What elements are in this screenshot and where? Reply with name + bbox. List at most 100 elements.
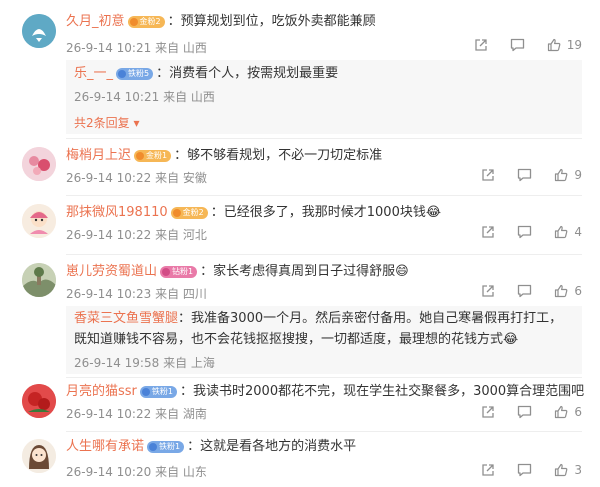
reply-box: 乐_一_ 铁粉5 ： 消费看个人，按需规划最重要 26-9-14 10:21 来… [66, 60, 582, 134]
comment-icon [518, 463, 532, 477]
fan-badge[interactable]: 钻粉1 [160, 266, 198, 278]
username[interactable]: 人生哪有承诺 [66, 438, 144, 456]
laugh-cry-emoji: 😂 [425, 205, 442, 220]
reply-meta: 26-9-14 19:58 来自 上海 [74, 354, 215, 371]
username[interactable]: 崽儿劳资蜀道山 [66, 263, 157, 281]
like-count: 3 [574, 463, 582, 477]
share-icon [482, 406, 495, 418]
avatar[interactable] [22, 263, 56, 297]
comment-icon [518, 225, 532, 239]
comment-text: 预算规划到位，吃饭外卖都能兼顾 [180, 14, 376, 29]
fan-badge[interactable]: 金粉2 [170, 207, 208, 219]
colon: ： [180, 384, 194, 399]
comment-icon [510, 38, 524, 52]
fan-badge[interactable]: 铁粉1 [139, 386, 177, 398]
like-button[interactable]: 19 [547, 38, 582, 52]
crown-icon [129, 18, 138, 26]
timestamp: 26-9-14 10:21 [66, 41, 152, 55]
fan-badge[interactable]: 金粉1 [134, 150, 172, 162]
username[interactable]: 梅梢月上迟 [66, 147, 131, 165]
share-icon [482, 169, 495, 181]
colon: ： [174, 148, 188, 163]
timestamp: 26-9-14 10:22 [66, 171, 152, 185]
like-button[interactable]: 9 [554, 168, 582, 182]
comment-button[interactable] [517, 405, 532, 419]
comment-item: 梅梢月上迟 金粉1 ： 够不够看规划，不必一刀切定标准 26-9-14 10:2… [0, 139, 600, 201]
share-icon [482, 464, 495, 476]
like-button[interactable]: 6 [554, 284, 582, 298]
reply-text-block: 香菜三文鱼雪蟹腿：我准备3000一个月。然后亲密付备用。她自己寒暑假再打打工，既… [74, 308, 574, 350]
timestamp: 26-9-14 10:22 [66, 228, 152, 242]
avatar[interactable] [22, 439, 56, 473]
comment-meta: 26-9-14 10:21 来自 山西 [66, 39, 207, 56]
comment-button[interactable] [510, 38, 525, 52]
comment-actions: 6 [459, 405, 582, 419]
share-button[interactable] [481, 405, 495, 419]
comment-item: 人生哪有承诺 铁粉1 ： 这就是看各地方的消费水平 26-9-14 10:20 … [0, 432, 600, 487]
like-button[interactable]: 4 [554, 225, 582, 239]
comment-actions: 3 [459, 463, 582, 477]
share-button[interactable] [481, 284, 495, 298]
reply-username[interactable]: 乐_一_ [74, 65, 113, 83]
comment-meta: 26-9-14 10:22 来自 湖南 [66, 405, 207, 422]
location: 来自 山东 [155, 465, 207, 479]
colon: ： [167, 14, 181, 29]
location: 来自 山西 [163, 90, 215, 104]
like-icon [547, 38, 561, 52]
comment-button[interactable] [517, 168, 532, 182]
comment-text: 我读书时2000都花不完，现在学生社交聚餐多，3000算合理范围吧 [193, 384, 585, 399]
comment-text: 够不够看规划，不必一刀切定标准 [187, 148, 383, 163]
timestamp: 26-9-14 19:58 [74, 356, 160, 370]
share-icon [482, 285, 495, 297]
share-button[interactable] [481, 225, 495, 239]
avatar[interactable] [22, 147, 56, 181]
colon: ： [187, 439, 201, 454]
like-count: 19 [566, 38, 582, 52]
fan-badge[interactable]: 铁粉1 [147, 441, 185, 453]
comment-icon [518, 284, 532, 298]
crown-icon [136, 152, 145, 160]
comment-meta: 26-9-14 10:20 来自 山东 [66, 463, 207, 480]
share-button[interactable] [481, 168, 495, 182]
comment-text: 这就是看各地方的消费水平 [200, 439, 357, 454]
like-icon [555, 225, 568, 239]
colon: ： [156, 66, 170, 81]
share-button[interactable] [474, 38, 488, 52]
location: 来自 河北 [155, 228, 207, 242]
fan-badge[interactable]: 铁粉5 [116, 68, 154, 80]
crown-icon [149, 443, 158, 451]
location: 来自 上海 [163, 356, 215, 370]
reply-username[interactable]: 香菜三文鱼雪蟹腿 [74, 311, 178, 326]
share-button[interactable] [481, 463, 495, 477]
username[interactable]: 久月_初意 [66, 13, 125, 31]
comment-button[interactable] [517, 463, 532, 477]
colon: ： [200, 264, 214, 279]
location: 来自 山西 [155, 41, 207, 55]
comment-button[interactable] [517, 225, 532, 239]
like-count: 6 [574, 405, 582, 419]
avatar[interactable] [22, 384, 56, 418]
comment-meta: 26-9-14 10:22 来自 河北 [66, 226, 207, 243]
timestamp: 26-9-14 10:20 [66, 465, 152, 479]
fan-badge[interactable]: 金粉2 [127, 16, 165, 28]
like-button[interactable]: 6 [554, 405, 582, 419]
like-button[interactable]: 3 [554, 463, 582, 477]
avatar[interactable] [22, 204, 56, 238]
avatar[interactable] [22, 14, 56, 48]
username[interactable]: 那抹微风198110 [66, 204, 168, 222]
like-count: 6 [574, 284, 582, 298]
comment-button[interactable] [517, 284, 532, 298]
share-icon [482, 226, 495, 238]
like-icon [555, 284, 568, 298]
timestamp: 26-9-14 10:21 [74, 90, 160, 104]
comment-meta: 26-9-14 10:23 来自 四川 [66, 285, 207, 302]
crown-icon [118, 70, 127, 78]
location: 来自 湖南 [155, 407, 207, 421]
like-count: 4 [574, 225, 582, 239]
comment-text: 已经很多了，我那时候才1000块钱 [223, 205, 426, 220]
more-replies-link[interactable]: 共2条回复 ▾ [74, 114, 140, 131]
comment-item: 那抹微风198110 金粉2 ： 已经很多了，我那时候才1000块钱 😂 26-… [0, 196, 600, 256]
comment-text: 家长考虑得真周到日子过得舒服 [213, 264, 396, 279]
username[interactable]: 月亮的猫ssr [66, 383, 137, 401]
like-icon [555, 168, 568, 182]
